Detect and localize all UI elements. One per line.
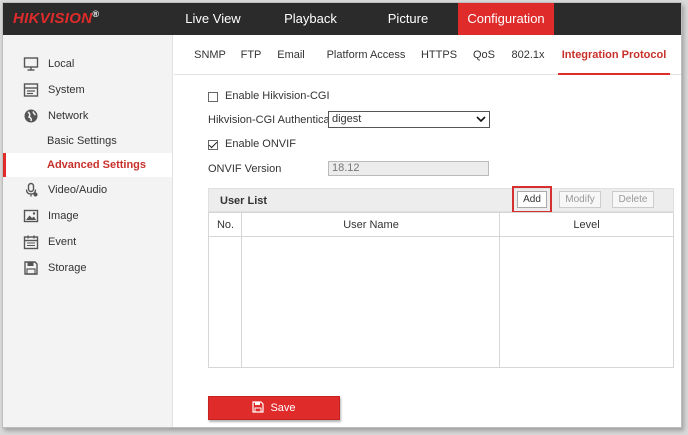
chevron-down-icon bbox=[476, 116, 486, 123]
nav-live-view[interactable]: Live View bbox=[163, 3, 263, 35]
sidebar-item-label: System bbox=[48, 84, 85, 96]
globe-icon bbox=[24, 109, 38, 123]
sidebar-item-image[interactable]: Image bbox=[3, 204, 172, 228]
user-list-header: User List bbox=[208, 188, 674, 212]
user-list-title: User List bbox=[220, 195, 268, 207]
sidebar-item-video-audio[interactable]: Video/Audio bbox=[3, 178, 172, 202]
column-header-level: Level bbox=[500, 213, 673, 237]
save-button-label: Save bbox=[270, 402, 296, 414]
sidebar-item-storage[interactable]: Storage bbox=[3, 256, 172, 280]
sidebar-item-event[interactable]: Event bbox=[3, 230, 172, 254]
microphone-icon bbox=[25, 182, 38, 197]
logo-text: HIKVISION bbox=[13, 10, 93, 27]
user-table: No. User Name Level bbox=[208, 212, 674, 368]
sidebar-item-label: Advanced Settings bbox=[47, 159, 147, 171]
app-window: HIKVISION® Live View Playback Picture Co… bbox=[2, 2, 682, 428]
sidebar: Local System Network Basic Settings Adva… bbox=[3, 35, 173, 427]
sidebar-item-label: Video/Audio bbox=[48, 184, 108, 196]
column-header-no: No. bbox=[209, 213, 242, 237]
hikvision-logo: HIKVISION® bbox=[13, 9, 99, 27]
enable-hikvision-cgi-label: Enable Hikvision-CGI bbox=[225, 90, 330, 102]
sidebar-item-system[interactable]: System bbox=[3, 78, 172, 102]
monitor-icon bbox=[23, 57, 39, 71]
calendar-icon bbox=[23, 235, 39, 250]
nav-picture[interactable]: Picture bbox=[358, 3, 458, 35]
cgi-authentication-value: digest bbox=[332, 113, 362, 125]
delete-user-button[interactable]: Delete bbox=[612, 191, 654, 208]
cgi-authentication-select[interactable]: digest bbox=[328, 111, 490, 128]
modify-user-button[interactable]: Modify bbox=[559, 191, 601, 208]
logo-registered-mark: ® bbox=[92, 9, 100, 19]
tab-qos[interactable]: QoS bbox=[468, 35, 500, 75]
image-icon bbox=[23, 209, 39, 223]
sidebar-item-label: Storage bbox=[48, 262, 87, 274]
sidebar-item-label: Image bbox=[48, 210, 79, 222]
tab-snmp[interactable]: SNMP bbox=[190, 35, 230, 75]
enable-onvif-checkbox[interactable] bbox=[208, 140, 218, 150]
tab-email[interactable]: Email bbox=[272, 35, 310, 75]
sidebar-item-label: Network bbox=[48, 110, 89, 122]
sidebar-item-label: Basic Settings bbox=[47, 135, 117, 147]
sidebar-item-network[interactable]: Network bbox=[3, 104, 172, 128]
tab-bar: SNMP FTP Email Platform Access HTTPS QoS… bbox=[174, 35, 681, 75]
sidebar-item-label: Local bbox=[48, 58, 75, 70]
floppy-icon bbox=[24, 261, 38, 275]
sidebar-item-local[interactable]: Local bbox=[3, 52, 172, 76]
add-button-highlight bbox=[512, 186, 552, 213]
tab-https[interactable]: HTTPS bbox=[418, 35, 460, 75]
column-header-user-name: User Name bbox=[242, 213, 500, 237]
floppy-icon bbox=[252, 401, 265, 413]
tab-integration-protocol[interactable]: Integration Protocol bbox=[558, 35, 670, 75]
enable-onvif-label: Enable ONVIF bbox=[225, 138, 296, 150]
system-icon bbox=[23, 83, 39, 97]
sidebar-item-basic-settings[interactable]: Basic Settings bbox=[3, 129, 172, 153]
nav-configuration[interactable]: Configuration bbox=[458, 3, 554, 35]
column-divider bbox=[499, 213, 500, 367]
top-navigation-bar: HIKVISION® Live View Playback Picture Co… bbox=[3, 3, 681, 35]
tab-ftp[interactable]: FTP bbox=[234, 35, 268, 75]
cgi-authentication-label: Hikvision-CGI Authenticat... bbox=[208, 114, 342, 126]
tab-802-1x[interactable]: 802.1x bbox=[508, 35, 548, 75]
enable-hikvision-cgi-checkbox[interactable] bbox=[208, 92, 218, 102]
column-divider bbox=[241, 213, 242, 367]
save-button[interactable]: Save bbox=[208, 396, 340, 420]
sidebar-item-label: Event bbox=[48, 236, 77, 248]
onvif-version-label: ONVIF Version bbox=[208, 163, 282, 175]
sidebar-item-advanced-settings[interactable]: Advanced Settings bbox=[3, 153, 172, 177]
onvif-version-field: 18.12 bbox=[328, 161, 489, 176]
nav-playback[interactable]: Playback bbox=[263, 3, 358, 35]
tab-platform-access[interactable]: Platform Access bbox=[318, 35, 414, 75]
